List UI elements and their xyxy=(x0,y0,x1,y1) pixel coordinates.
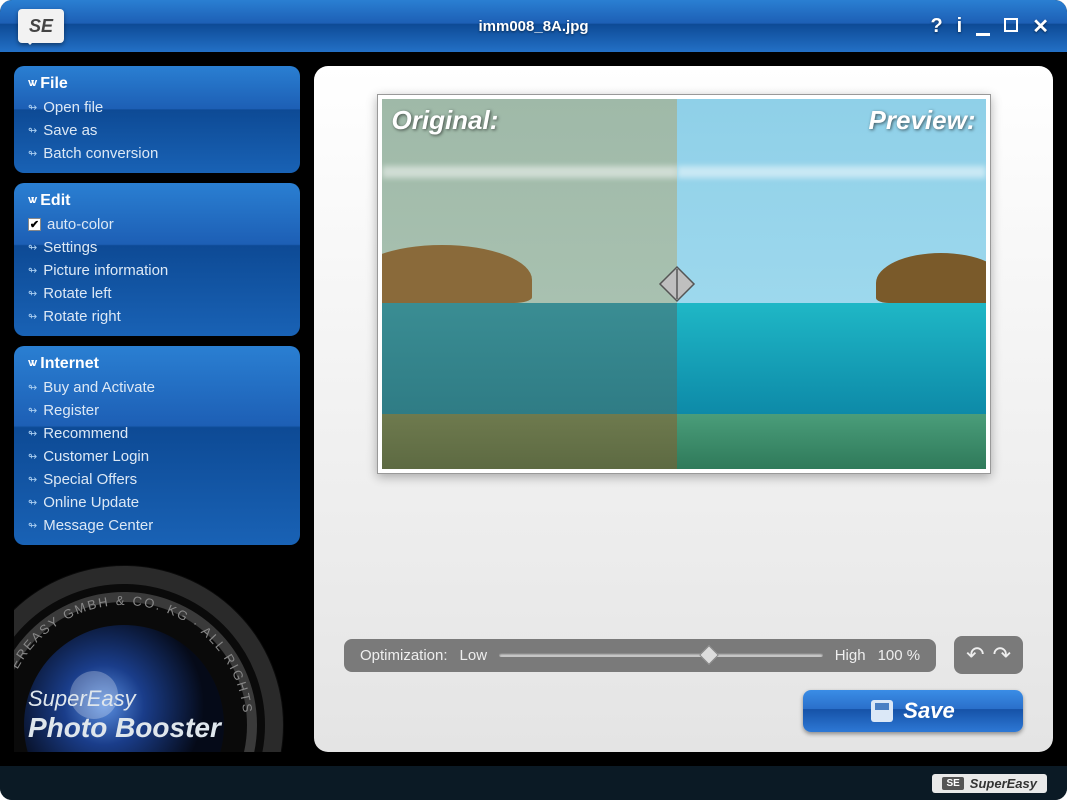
close-icon[interactable]: ✕ xyxy=(1032,14,1049,39)
panel-header-edit[interactable]: vv Edit xyxy=(14,189,300,213)
info-icon[interactable]: i xyxy=(957,15,963,38)
brand-mini-icon: SE xyxy=(942,777,963,790)
menu-register[interactable]: ↬Register xyxy=(14,399,300,422)
product-name: SuperEasy Photo Booster xyxy=(14,686,300,752)
bullet-icon: ↬ xyxy=(28,287,37,300)
bullet-icon: ↬ xyxy=(28,241,37,254)
menu-buy-activate[interactable]: ↬Buy and Activate xyxy=(14,376,300,399)
save-disk-icon xyxy=(871,700,893,722)
bullet-icon: ↬ xyxy=(28,101,37,114)
optimization-slider[interactable] xyxy=(499,653,823,657)
optimization-value: 100 % xyxy=(878,647,921,664)
preview-frame: Original: Preview: xyxy=(377,94,991,474)
sidebar-branding-area: © SUPEREASY GMBH & CO. KG · ALL RIGHTS R… xyxy=(14,555,300,752)
bullet-icon: ↬ xyxy=(28,310,37,323)
optimization-bar: Optimization: Low High 100 % xyxy=(344,639,936,672)
menu-message-center[interactable]: ↬Message Center xyxy=(14,514,300,537)
save-button-label: Save xyxy=(903,698,954,724)
bullet-icon: ↬ xyxy=(28,404,37,417)
panel-header-label: File xyxy=(40,75,68,93)
bullet-icon: ↬ xyxy=(28,264,37,277)
menu-auto-color[interactable]: ✔ auto-color xyxy=(14,213,300,236)
panel-header-label: Internet xyxy=(40,355,99,373)
image-comparison: Original: Preview: xyxy=(382,99,986,469)
optimization-label: Optimization: xyxy=(360,647,448,664)
app-logo-badge[interactable]: SE xyxy=(18,9,64,43)
menu-online-update[interactable]: ↬Online Update xyxy=(14,491,300,514)
split-slider-handle[interactable] xyxy=(656,263,698,305)
menu-special-offers[interactable]: ↬Special Offers xyxy=(14,468,300,491)
panel-file: vv File ↬Open file ↬Save as ↬Batch conve… xyxy=(14,66,300,173)
chevron-down-icon: vv xyxy=(28,77,34,89)
panel-header-internet[interactable]: vv Internet xyxy=(14,352,300,376)
chevron-down-icon: vv xyxy=(28,357,34,369)
undo-redo-group: ↶ ↷ xyxy=(954,636,1023,674)
preview-label: Preview: xyxy=(869,105,976,136)
bullet-icon: ↬ xyxy=(28,519,37,532)
bullet-icon: ↬ xyxy=(28,147,37,160)
footer: SE SuperEasy xyxy=(0,766,1067,800)
menu-batch-conversion[interactable]: ↬Batch conversion xyxy=(14,142,300,165)
redo-icon[interactable]: ↷ xyxy=(993,642,1011,668)
brand-label: SuperEasy xyxy=(970,776,1037,791)
optimization-high-label: High xyxy=(835,647,866,664)
title-bar: SE imm008_8A.jpg ? i ✕ xyxy=(0,0,1067,52)
bullet-icon: ↬ xyxy=(28,124,37,137)
brand-badge[interactable]: SE SuperEasy xyxy=(932,774,1047,793)
menu-settings[interactable]: ↬Settings xyxy=(14,236,300,259)
slider-thumb-icon[interactable] xyxy=(700,645,720,665)
undo-icon[interactable]: ↶ xyxy=(966,642,984,668)
chevron-down-icon: vv xyxy=(28,194,34,206)
menu-save-as[interactable]: ↬Save as xyxy=(14,119,300,142)
window-title: imm008_8A.jpg xyxy=(478,18,588,35)
maximize-icon[interactable] xyxy=(1004,15,1018,38)
menu-rotate-right[interactable]: ↬Rotate right xyxy=(14,305,300,328)
original-label: Original: xyxy=(392,105,499,136)
sidebar: vv File ↬Open file ↬Save as ↬Batch conve… xyxy=(14,66,300,752)
panel-edit: vv Edit ✔ auto-color ↬Settings ↬Picture … xyxy=(14,183,300,336)
bullet-icon: ↬ xyxy=(28,427,37,440)
bullet-icon: ↬ xyxy=(28,473,37,486)
bullet-icon: ↬ xyxy=(28,496,37,509)
panel-header-file[interactable]: vv File xyxy=(14,72,300,96)
menu-recommend[interactable]: ↬Recommend xyxy=(14,422,300,445)
minimize-icon[interactable] xyxy=(976,15,990,38)
menu-picture-information[interactable]: ↬Picture information xyxy=(14,259,300,282)
main-content: Original: Preview: Optimization: xyxy=(314,66,1053,752)
bullet-icon: ↬ xyxy=(28,450,37,463)
optimization-low-label: Low xyxy=(460,647,488,664)
menu-rotate-left[interactable]: ↬Rotate left xyxy=(14,282,300,305)
checkbox-checked-icon[interactable]: ✔ xyxy=(28,218,41,231)
panel-internet: vv Internet ↬Buy and Activate ↬Register … xyxy=(14,346,300,545)
save-button[interactable]: Save xyxy=(803,690,1023,732)
preview-image xyxy=(677,99,985,469)
original-image xyxy=(382,99,678,469)
menu-open-file[interactable]: ↬Open file xyxy=(14,96,300,119)
menu-customer-login[interactable]: ↬Customer Login xyxy=(14,445,300,468)
help-icon[interactable]: ? xyxy=(930,15,942,38)
bullet-icon: ↬ xyxy=(28,381,37,394)
panel-header-label: Edit xyxy=(40,192,70,210)
